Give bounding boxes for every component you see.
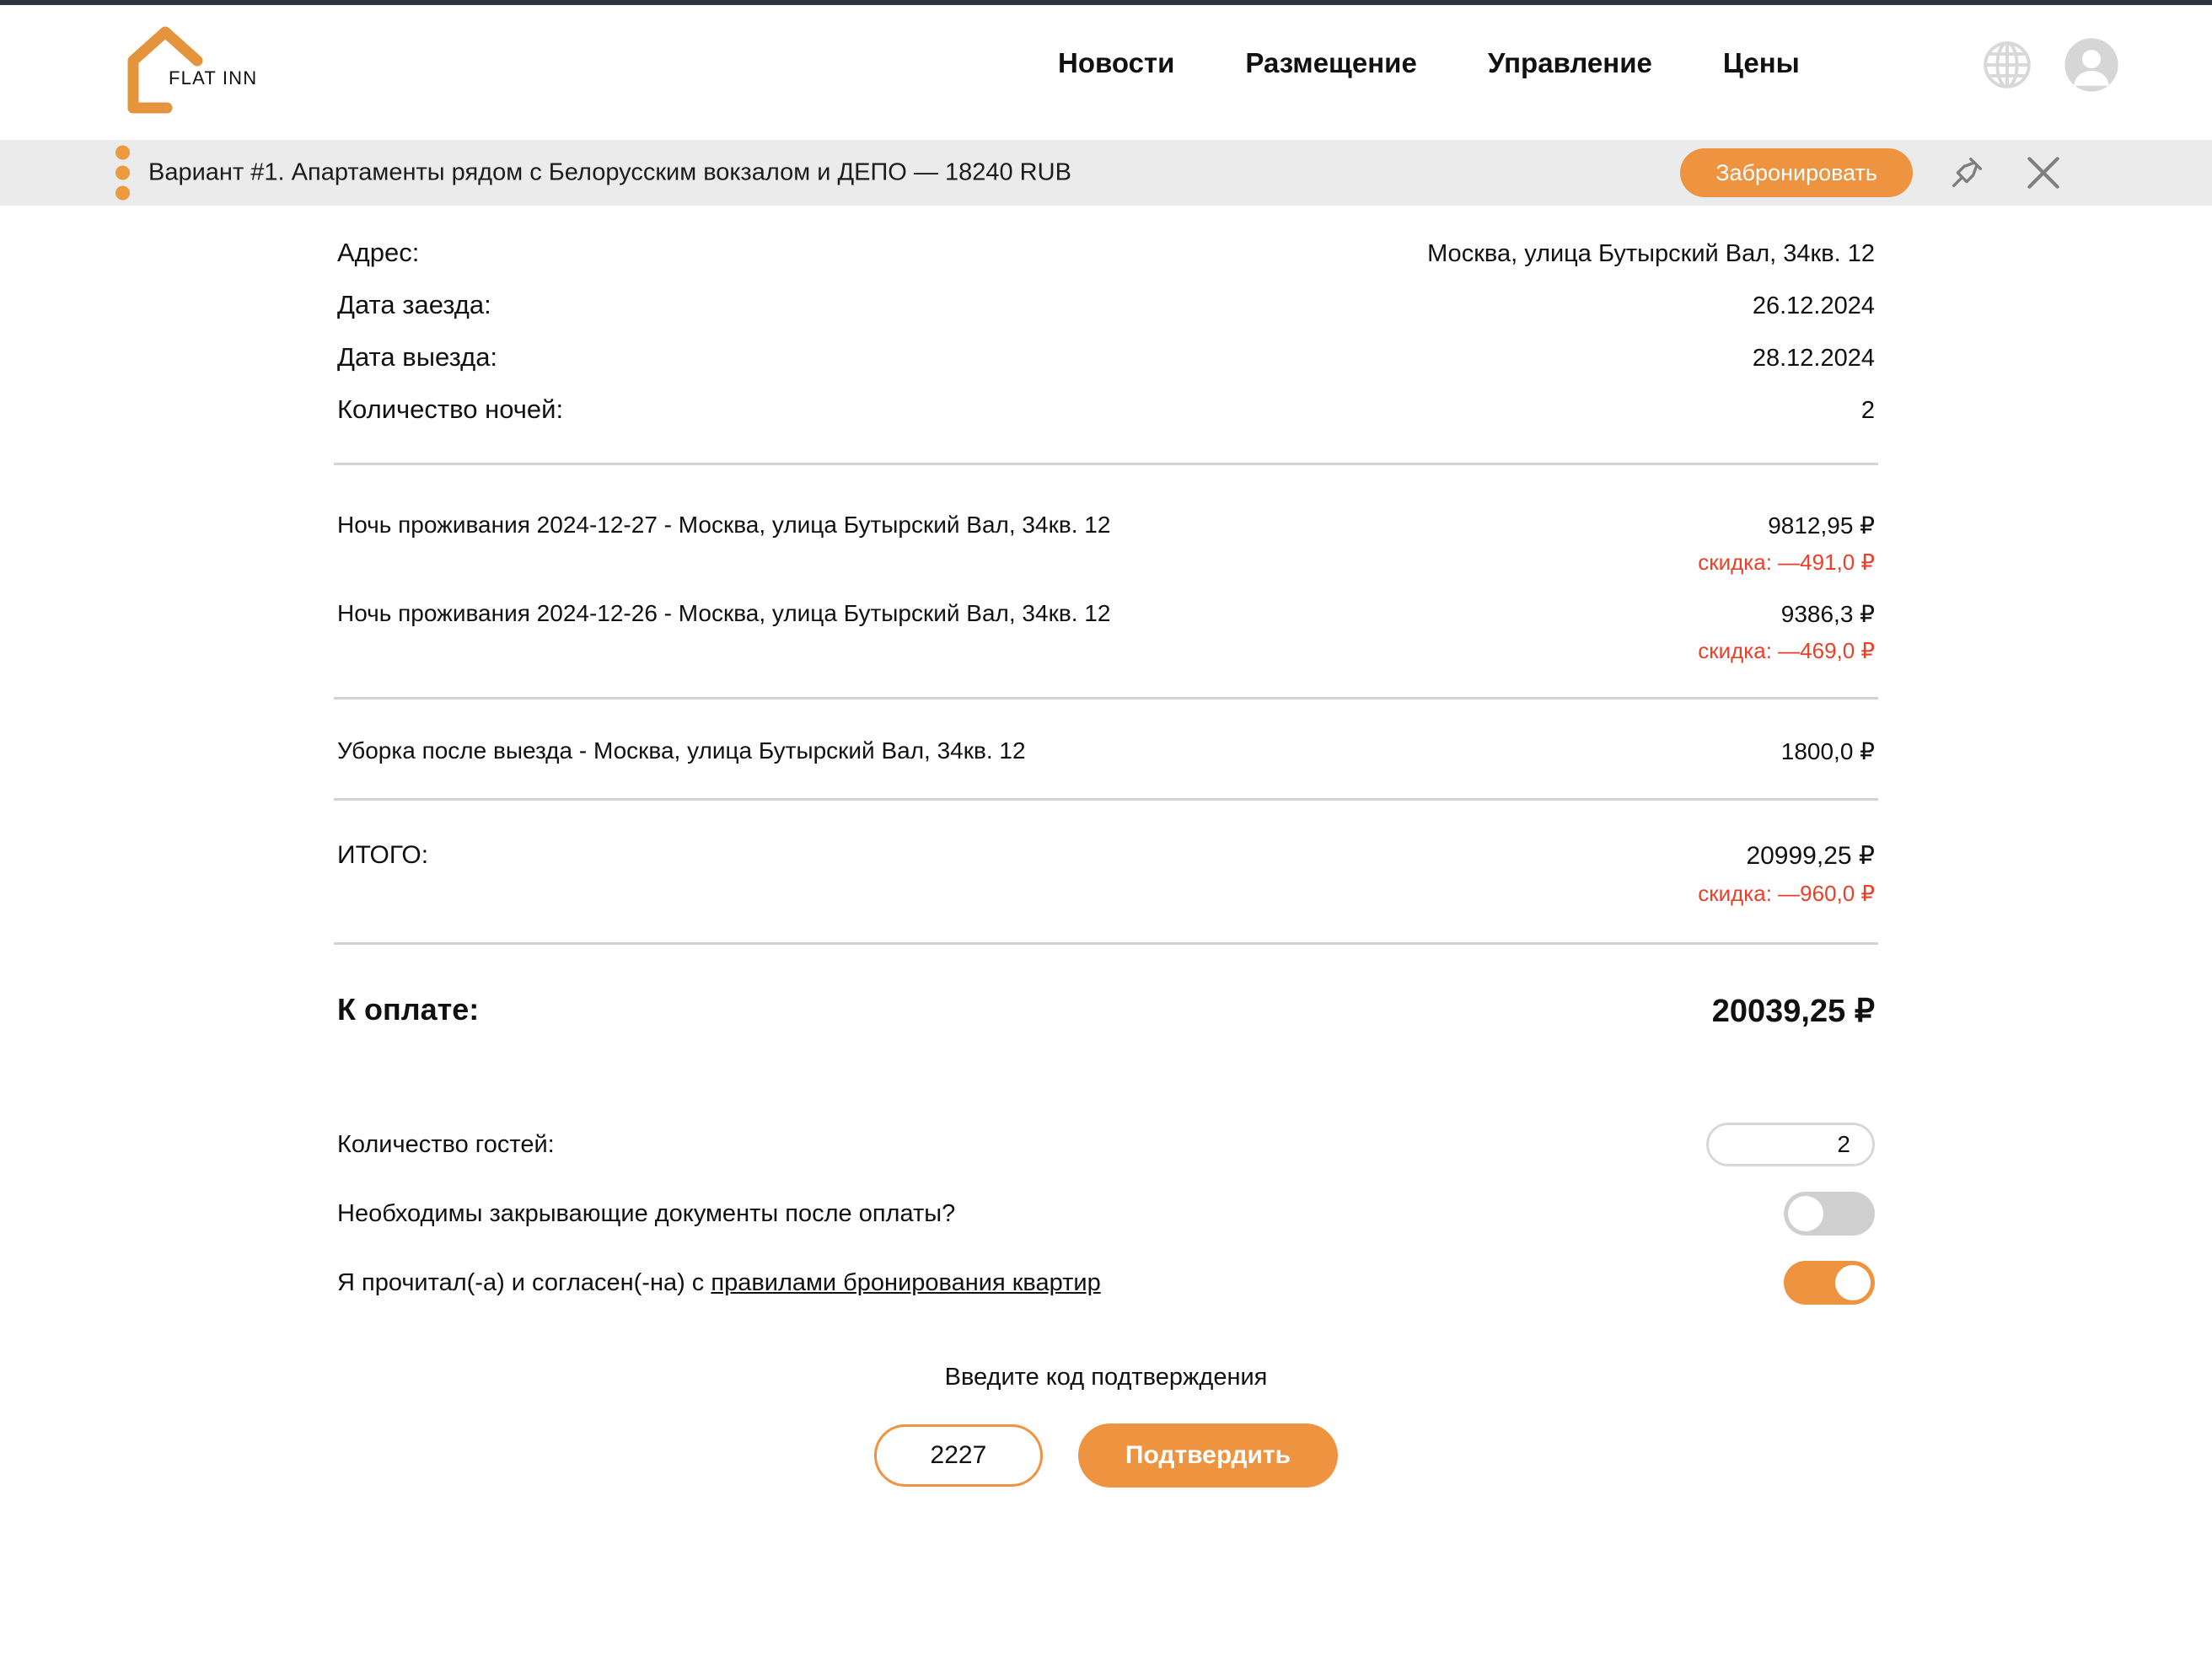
- detail-row-address: Адрес: Москва, улица Бутырский Вал, 34кв…: [314, 238, 1898, 268]
- rules-link[interactable]: правилами бронирования квартир: [711, 1269, 1100, 1296]
- total-label: ИТОГО:: [337, 841, 429, 869]
- total-amounts: 20999,25 ₽ скидка: —960,0 ₽: [1698, 841, 1875, 907]
- detail-row-checkin: Дата заезда: 26.12.2024: [314, 290, 1898, 320]
- confirm-button[interactable]: Подтвердить: [1077, 1423, 1339, 1488]
- line-item-description: Ночь проживания 2024-12-27 - Москва, ули…: [337, 512, 1111, 538]
- logo-text: FLAT INN: [169, 67, 258, 88]
- line-item-night-2: Ночь проживания 2024-12-26 - Москва, ули…: [314, 600, 1898, 664]
- checkin-label: Дата заезда:: [337, 290, 491, 319]
- nights-value: 2: [1860, 397, 1875, 424]
- toggle-knob: [1788, 1196, 1823, 1231]
- notification-banner: Вариант #1. Апартаменты рядом с Белорусс…: [0, 140, 2212, 206]
- line-item-night-1: Ночь проживания 2024-12-27 - Москва, ули…: [314, 512, 1898, 576]
- line-item-description: Уборка после выезда - Москва, улица Буты…: [337, 737, 1026, 764]
- guests-row: Количество гостей:: [314, 1123, 1898, 1166]
- toggle-knob: [1835, 1265, 1871, 1300]
- nav-item-placement[interactable]: Размещение: [1245, 47, 1416, 79]
- avatar-icon[interactable]: [2064, 37, 2119, 93]
- nav-item-news[interactable]: Новости: [1058, 47, 1174, 79]
- total-discount: скидка: —960,0 ₽: [1698, 881, 1875, 906]
- detail-row-checkout: Дата выезда: 28.12.2024: [314, 342, 1898, 373]
- payable-price: 20039,25 ₽: [1711, 994, 1875, 1029]
- close-icon[interactable]: [2022, 152, 2064, 194]
- payable-label: К оплате:: [337, 992, 480, 1027]
- nav-item-management[interactable]: Управление: [1488, 47, 1652, 79]
- line-item-description: Ночь проживания 2024-12-26 - Москва, ули…: [337, 600, 1111, 626]
- nights-label: Количество ночей:: [337, 394, 564, 424]
- booking-summary: Адрес: Москва, улица Бутырский Вал, 34кв…: [0, 206, 2212, 1488]
- drag-handle-icon[interactable]: [115, 145, 130, 201]
- guests-input[interactable]: [1706, 1123, 1875, 1166]
- page-root: FLAT INN Новости Размещение Управление Ц…: [0, 0, 2212, 1662]
- line-item-amounts: 9812,95 ₽ скидка: —491,0 ₽: [1698, 512, 1875, 576]
- checkout-label: Дата выезда:: [337, 342, 498, 372]
- logo[interactable]: FLAT INN: [118, 24, 278, 116]
- address-value: Москва, улица Бутырский Вал, 34кв. 12: [1427, 240, 1875, 267]
- line-item-amounts: 9386,3 ₽ скидка: —469,0 ₽: [1698, 600, 1875, 664]
- line-item-discount: скидка: —491,0 ₽: [1698, 550, 1875, 575]
- agreement-toggle[interactable]: [1784, 1261, 1875, 1305]
- pin-icon[interactable]: [1947, 153, 1986, 192]
- line-item-price: 9386,3 ₽: [1780, 601, 1875, 627]
- line-item-price: 1800,0 ₽: [1780, 738, 1875, 764]
- line-item-cleaning: Уборка после выезда - Москва, улица Буты…: [314, 737, 1898, 765]
- banner-text: Вариант #1. Апартаменты рядом с Белорусс…: [148, 158, 1071, 186]
- checkin-value: 26.12.2024: [1752, 292, 1875, 319]
- line-item-discount: скидка: —469,0 ₽: [1698, 638, 1875, 663]
- address-label: Адрес:: [337, 238, 420, 267]
- detail-row-nights: Количество ночей: 2: [314, 394, 1898, 425]
- header-icon-group: [1981, 37, 2119, 93]
- confirm-code-title: Введите код подтверждения: [944, 1364, 1268, 1391]
- agreement-label: Я прочитал(-а) и согласен(-на) с правила…: [337, 1269, 1101, 1297]
- documents-row: Необходимы закрывающие документы после о…: [314, 1192, 1898, 1236]
- confirm-code-row: Подтвердить: [314, 1423, 1898, 1488]
- total-row: ИТОГО: 20999,25 ₽ скидка: —960,0 ₽: [314, 841, 1898, 907]
- book-button[interactable]: Забронировать: [1680, 148, 1913, 197]
- documents-label: Необходимы закрывающие документы после о…: [337, 1199, 956, 1227]
- total-price: 20999,25 ₽: [1746, 842, 1875, 870]
- agreement-text: Я прочитал(-а) и согласен(-на) с: [337, 1268, 711, 1296]
- line-item-price: 9812,95 ₽: [1768, 512, 1875, 539]
- agreement-row: Я прочитал(-а) и согласен(-на) с правила…: [314, 1261, 1898, 1305]
- payable-row: К оплате: 20039,25 ₽: [314, 992, 1898, 1030]
- documents-toggle[interactable]: [1784, 1192, 1875, 1236]
- main-nav: Новости Размещение Управление Цены: [1058, 47, 1800, 79]
- site-header: FLAT INN Новости Размещение Управление Ц…: [0, 5, 2212, 140]
- guests-label: Количество гостей:: [337, 1130, 555, 1158]
- nav-item-prices[interactable]: Цены: [1723, 47, 1800, 79]
- line-item-amounts: 1800,0 ₽: [1781, 737, 1875, 765]
- confirmation-code-input[interactable]: [873, 1424, 1043, 1487]
- globe-icon[interactable]: [1981, 39, 2033, 91]
- checkout-value: 28.12.2024: [1752, 345, 1875, 372]
